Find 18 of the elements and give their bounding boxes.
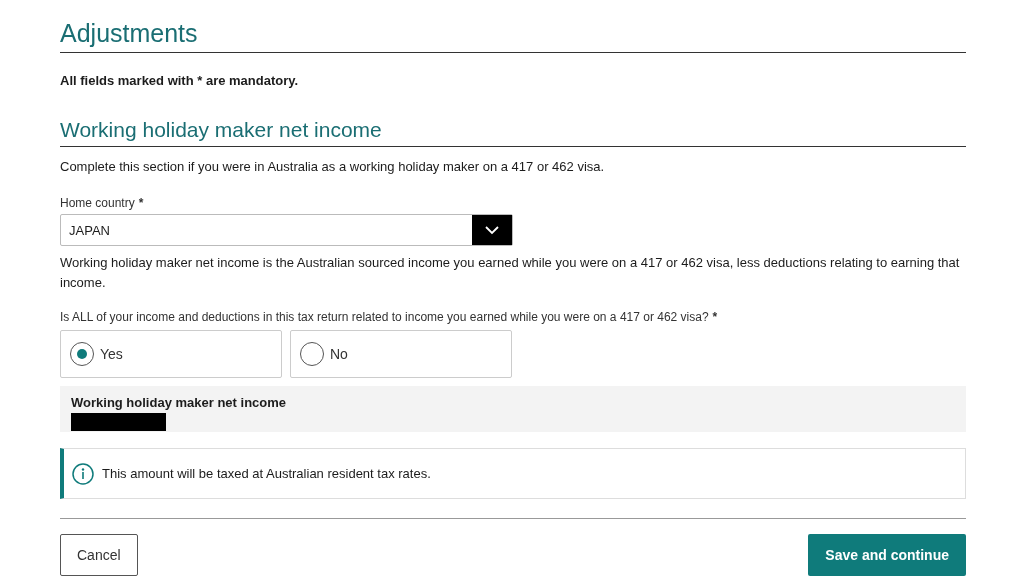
section-title: Working holiday maker net income: [60, 116, 966, 147]
save-button[interactable]: Save and continue: [808, 534, 966, 576]
radio-option[interactable]: Yes: [60, 330, 282, 379]
info-text: This amount will be taxed at Australian resident tax rates.: [102, 464, 431, 483]
description-text: Working holiday maker net income is the Australian sourced income you earned while you were on a 417 or 462 visa, less deductions relating to earning that income.: [60, 254, 961, 292]
cancel-button[interactable]: Cancel: [60, 534, 138, 576]
intro-text: Complete this section if you were in Australia as a working holiday maker on a 417 or 462 visa.: [60, 157, 606, 176]
info-icon: [72, 462, 94, 485]
result-label: Working holiday maker net income: [71, 394, 288, 413]
radio-option[interactable]: No: [290, 330, 512, 379]
question-label: Is ALL of your income and deductions in this tax return related to income you earned while you were on a 417 or 462 visa?: [60, 309, 709, 327]
field-label: Home country: [60, 195, 135, 213]
mandatory-note: All fields marked with * are mandatory.: [60, 72, 300, 90]
required-mark: *: [712, 309, 718, 327]
required-mark: *: [138, 195, 144, 213]
page-title: Adjustments: [60, 18, 966, 53]
country-select[interactable]: JAPAN: [60, 214, 513, 247]
chevron-down-icon: [485, 225, 499, 235]
